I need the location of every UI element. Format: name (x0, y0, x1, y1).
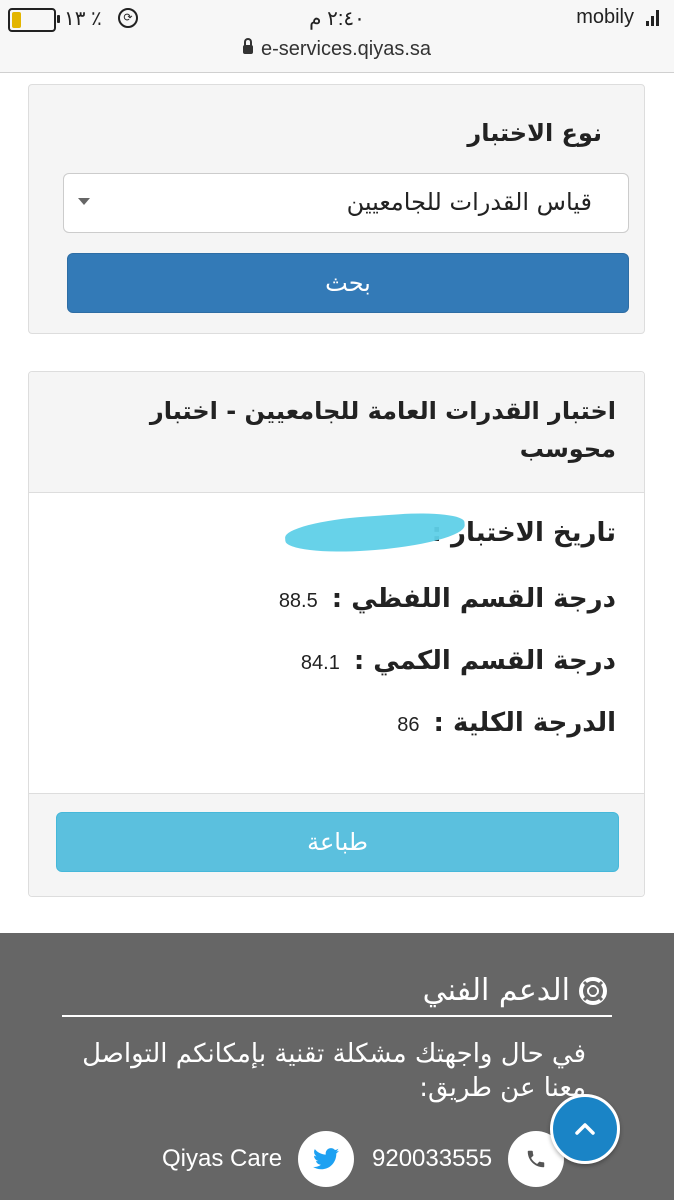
signal-icon (646, 8, 662, 26)
phone-contact[interactable]: 920033555 (372, 1129, 565, 1189)
results-title: اختبار القدرات العامة للجامعيين - اختبار… (149, 397, 616, 463)
redaction-mark (284, 509, 466, 557)
twitter-handle: Qiyas Care (162, 1145, 283, 1172)
lock-icon (242, 38, 253, 54)
test-type-select[interactable]: قياس القدرات للجامعيين (63, 173, 629, 233)
support-heading: الدعم الفني (423, 973, 608, 1008)
scroll-to-top-button[interactable] (550, 1094, 620, 1164)
verbal-score-row: درجة القسم اللفظي : 88.5 (279, 584, 616, 614)
quant-score-label: درجة القسم الكمي : (353, 646, 616, 676)
selected-test-type: قياس القدرات للجامعيين (346, 188, 592, 216)
url-bar[interactable]: e-services.qiyas.sa (0, 38, 674, 61)
support-title: الدعم الفني (422, 973, 570, 1008)
quant-score-row: درجة القسم الكمي : 84.1 (301, 646, 616, 676)
divider (62, 1015, 612, 1017)
verbal-score-value: 88.5 (278, 590, 318, 612)
lifebuoy-icon (579, 976, 607, 1005)
total-score-value: 86 (397, 714, 420, 736)
total-score-row: الدرجة الكلية : 86 (397, 708, 616, 738)
twitter-contact[interactable]: Qiyas Care (162, 1129, 355, 1189)
quant-score-value: 84.1 (300, 652, 340, 674)
search-button[interactable]: بحث (67, 253, 629, 313)
carrier-name: mobily (576, 6, 634, 28)
verbal-score-label: درجة القسم اللفظي : (331, 584, 616, 614)
clock: ٢:٤٠ م (309, 8, 365, 30)
chevron-down-icon (78, 198, 90, 205)
total-score-label: الدرجة الكلية : (433, 708, 616, 738)
search-panel: نوع الاختبار قياس القدرات للجامعيين بحث (28, 84, 645, 334)
results-panel: اختبار القدرات العامة للجامعيين - اختبار… (28, 371, 645, 897)
twitter-icon (298, 1131, 355, 1187)
phone-number: 920033555 (372, 1145, 493, 1172)
url-text: e-services.qiyas.sa (260, 38, 432, 60)
support-text: في حال واجهتك مشكلة تقنية بإمكانكم التوا… (82, 1039, 586, 1103)
print-button[interactable]: طباعة (56, 812, 619, 872)
chevron-up-icon (575, 1123, 595, 1135)
status-bar: ١٣ ٪ ⟳ ٢:٤٠ م mobily e-services.qiyas.sa (0, 0, 674, 73)
results-header: اختبار القدرات العامة للجامعيين - اختبار… (29, 372, 644, 493)
test-type-label: نوع الاختبار (467, 119, 602, 147)
results-footer: طباعة (29, 793, 644, 896)
